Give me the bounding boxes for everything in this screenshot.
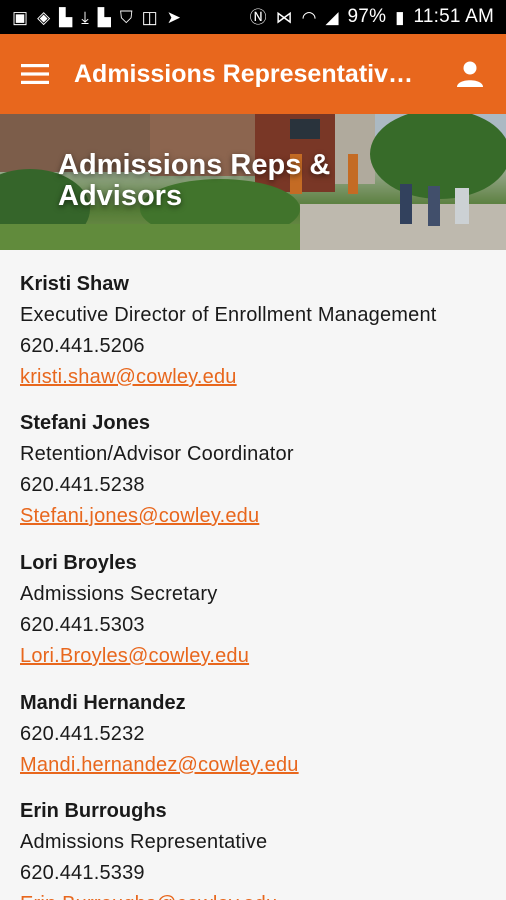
send-icon: ➤ — [166, 7, 181, 27]
contact-phone: 620.441.5238 — [20, 474, 145, 496]
nfc-icon: Ⓝ — [249, 7, 267, 27]
contact-title: Executive Director of Enrollment Managem… — [20, 304, 437, 326]
contact-item: Mandi Hernandez 620.441.5232 Mandi.herna… — [0, 688, 299, 781]
contacts-list: Kristi Shaw Executive Director of Enroll… — [0, 250, 506, 900]
contact-item: Stefani Jones Retention/Advisor Coordina… — [0, 408, 294, 532]
download-icon: ⤓ — [81, 7, 89, 27]
wifi-shield-icon: ◈ — [37, 7, 51, 27]
contact-title: Admissions Secretary — [20, 583, 218, 605]
contact-title: Admissions Representative — [20, 831, 268, 853]
status-bar: ▣ ◈ ▙ ⤓ ▙ ⛉ ◫ ➤ Ⓝ ⋈ ◠ ◢ 97% ▮ 11:51 AM — [0, 0, 506, 34]
contact-email-link[interactable]: Lori.Broyles@cowley.edu — [20, 641, 249, 672]
contact-phone: 620.441.5232 — [20, 723, 145, 745]
contact-name: Erin Burroughs — [20, 800, 167, 822]
menu-button[interactable] — [0, 34, 70, 114]
contact-email-link[interactable]: Stefani.jones@cowley.edu — [20, 501, 294, 532]
contact-name: Stefani Jones — [20, 412, 151, 434]
vibrate-icon: ⋈ — [275, 7, 293, 27]
account-button[interactable] — [434, 34, 506, 114]
battery-percent: 97% — [347, 6, 387, 27]
status-bar-left-icons: ▣ ◈ ▙ ⤓ ▙ ⛉ ◫ ➤ — [12, 9, 181, 26]
flipboard-icon: ▙ — [97, 7, 111, 27]
flipboard-icon: ▙ — [59, 7, 73, 27]
app-bar: Admissions Representativ… — [0, 34, 506, 114]
contact-item: Lori Broyles Admissions Secretary 620.44… — [0, 548, 249, 672]
contact-email-link[interactable]: kristi.shaw@cowley.edu — [20, 362, 437, 393]
contact-title: Retention/Advisor Coordinator — [20, 443, 294, 465]
contact-item: Kristi Shaw Executive Director of Enroll… — [0, 269, 437, 393]
hero-banner: Admissions Reps & Advisors — [0, 114, 506, 250]
contact-item: Erin Burroughs Admissions Representative… — [0, 796, 277, 900]
signal-icon: ◢ — [325, 7, 339, 27]
contact-name: Lori Broyles — [20, 552, 137, 574]
page-title: Admissions Representativ… — [74, 59, 413, 88]
contact-email-link[interactable]: Mandi.hernandez@cowley.edu — [20, 750, 299, 781]
battery-icon: ▮ — [395, 7, 405, 27]
shield-icon: ⛉ — [119, 7, 133, 27]
account-icon — [457, 61, 483, 87]
status-time: 11:51 AM — [413, 6, 494, 27]
status-bar-right-icons: Ⓝ ⋈ ◠ ◢ 97% ▮ 11:51 AM — [250, 6, 494, 28]
contact-name: Mandi Hernandez — [20, 692, 186, 714]
gallery-icon: ▣ — [12, 7, 29, 27]
contact-phone: 620.441.5339 — [20, 862, 145, 884]
contact-email-link[interactable]: Erin.Burroughs@cowley.edu — [20, 889, 277, 900]
contact-phone: 620.441.5303 — [20, 614, 145, 636]
contact-phone: 620.441.5206 — [20, 335, 145, 357]
hero-title: Admissions Reps & Advisors — [58, 149, 331, 212]
contact-name: Kristi Shaw — [20, 273, 129, 295]
translate-icon: ◫ — [141, 7, 158, 27]
wifi-icon: ◠ — [301, 7, 317, 27]
menu-icon — [21, 64, 49, 84]
